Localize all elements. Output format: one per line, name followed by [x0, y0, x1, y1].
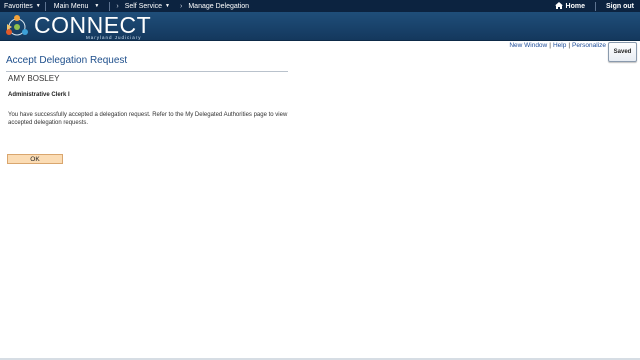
- favorites-menu[interactable]: Favorites ▼: [0, 0, 45, 12]
- manage-delegation-label: Manage Delegation: [188, 2, 250, 10]
- logo-subtitle: Maryland Judiciary: [86, 35, 142, 40]
- top-navigation-bar: Favorites ▼ Main Menu ▼ › Self Service ▼…: [0, 0, 640, 12]
- caret-down-icon: ▼: [35, 3, 41, 9]
- manage-delegation-breadcrumb[interactable]: Manage Delegation: [188, 0, 253, 12]
- personalize-link[interactable]: Personalize: [572, 42, 606, 49]
- main-menu-label: Main Menu: [53, 2, 89, 10]
- self-service-label: Self Service: [124, 2, 163, 10]
- favorites-label: Favorites: [4, 2, 33, 10]
- self-service-menu[interactable]: Self Service ▼: [125, 0, 174, 12]
- caret-down-icon: ▼: [165, 3, 170, 9]
- home-label: Home: [565, 2, 585, 10]
- breadcrumb-chevron-icon: ›: [116, 2, 119, 10]
- confirmation-message: You have successfully accepted a delegat…: [8, 112, 288, 126]
- home-link[interactable]: Home: [551, 0, 595, 12]
- title-divider: [6, 71, 288, 72]
- ok-button[interactable]: OK: [7, 154, 63, 164]
- employee-role: Administrative Clerk I: [8, 92, 70, 98]
- connect-logo-icon: [6, 15, 28, 36]
- home-icon: [554, 1, 563, 11]
- sign-out-label: Sign out: [606, 2, 634, 10]
- sign-out-link[interactable]: Sign out: [596, 0, 640, 12]
- new-window-link[interactable]: New Window: [509, 42, 547, 49]
- saved-indicator: Saved: [608, 42, 637, 62]
- nav-divider: [109, 1, 111, 11]
- link-separator: |: [568, 42, 571, 49]
- header-banner: CONNECT Maryland Judiciary: [0, 12, 640, 41]
- caret-down-icon: ▼: [94, 3, 100, 9]
- link-separator: |: [549, 42, 551, 49]
- page-title: Accept Delegation Request: [6, 55, 128, 66]
- help-link[interactable]: Help: [553, 42, 566, 49]
- page-links: New Window | Help | Personalize: [509, 42, 606, 49]
- top-right-actions: Home Sign out: [551, 0, 640, 12]
- breadcrumb-chevron-icon: ›: [180, 2, 183, 10]
- employee-name: AMY BOSLEY: [8, 74, 60, 83]
- main-menu[interactable]: Main Menu ▼: [46, 0, 104, 12]
